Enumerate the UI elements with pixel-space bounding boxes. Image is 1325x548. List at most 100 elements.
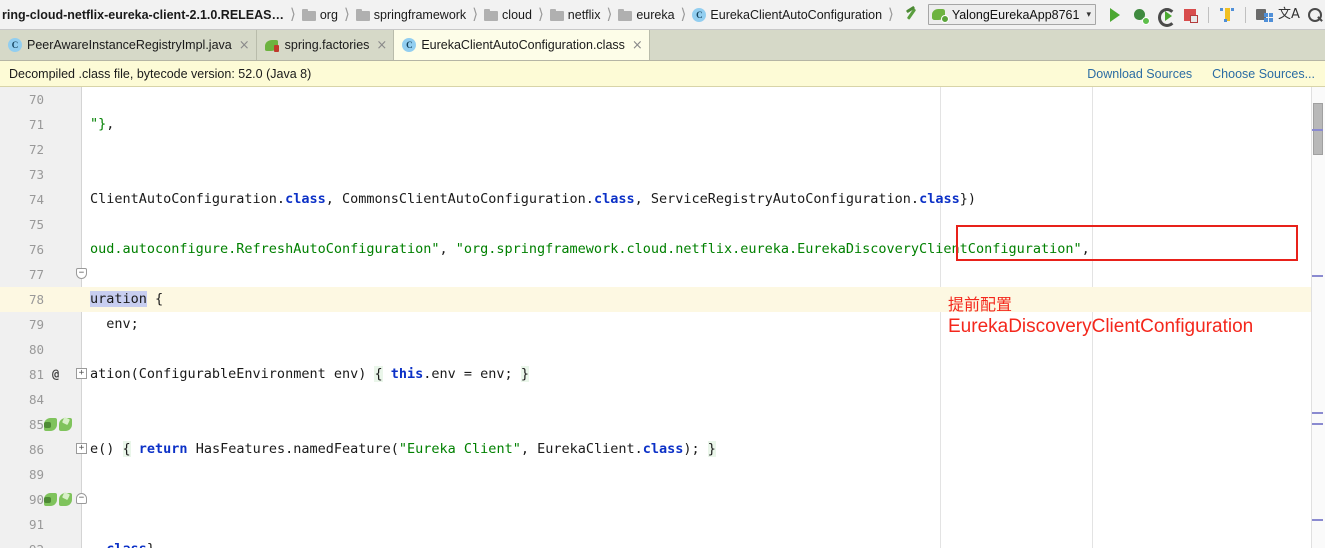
code-text[interactable] xyxy=(90,162,1325,187)
tab-peeraware-instance-registry-impl[interactable]: C PeerAwareInstanceRegistryImpl.java × xyxy=(0,30,257,60)
debug-icon[interactable] xyxy=(1129,4,1151,26)
code-text[interactable] xyxy=(90,412,1325,437)
gutter-marker[interactable] xyxy=(46,187,80,212)
tab-eureka-client-auto-configuration[interactable]: C EurekaClientAutoConfiguration.class × xyxy=(394,30,650,60)
code-text[interactable]: "}, xyxy=(90,112,1325,137)
breadcrumb-item-springframework[interactable]: springframework xyxy=(354,0,468,29)
gutter-marker[interactable] xyxy=(46,312,80,337)
gutter-marker[interactable] xyxy=(46,137,80,162)
gutter-marker[interactable] xyxy=(46,212,80,237)
scrollbar-marker[interactable] xyxy=(1312,412,1323,414)
tab-close-icon[interactable]: × xyxy=(376,39,387,52)
code-line[interactable]: 74 ClientAutoConfiguration.class, Commons… xyxy=(0,187,1325,212)
breadcrumb-item-cloud[interactable]: cloud xyxy=(482,0,534,29)
code-line[interactable]: 77 − xyxy=(0,262,1325,287)
translate-icon[interactable]: 文A xyxy=(1278,4,1300,26)
code-text[interactable] xyxy=(90,462,1325,487)
breadcrumb-item-jar[interactable]: ring-cloud-netflix-eureka-client-2.1.0.R… xyxy=(2,0,286,29)
breadcrumb-item-netflix[interactable]: netflix xyxy=(548,0,603,29)
scrollbar-marker[interactable] xyxy=(1312,275,1323,277)
gutter-marker[interactable] xyxy=(46,112,80,137)
code-text[interactable]: ClientAutoConfiguration.class, CommonsCl… xyxy=(90,187,1325,212)
chevron-down-icon[interactable]: ▾ xyxy=(1086,9,1091,20)
choose-sources-link[interactable]: Choose Sources... xyxy=(1212,67,1315,81)
gutter-marker[interactable] xyxy=(46,337,80,362)
fold-toggle-icon[interactable]: + xyxy=(76,368,87,379)
scrollbar-marker[interactable] xyxy=(1312,423,1323,425)
code-editor[interactable]: 70 71 "}, 72 73 74 ClientAutoConfiguration.cla… xyxy=(0,87,1325,548)
editor-vertical-scrollbar[interactable] xyxy=(1311,87,1325,548)
code-text[interactable] xyxy=(90,137,1325,162)
spring-bean-icon[interactable] xyxy=(44,493,57,506)
code-text[interactable]: ation(ConfigurableEnvironment env) { thi… xyxy=(90,362,1325,387)
tab-spring-factories[interactable]: spring.factories × xyxy=(256,30,395,60)
code-line[interactable]: 72 xyxy=(0,137,1325,162)
spring-bean-navigate-icon[interactable] xyxy=(59,418,72,431)
breadcrumb-item-org[interactable]: org xyxy=(300,0,340,29)
code-line[interactable]: 90 − xyxy=(0,487,1325,512)
code-text[interactable]: class}, xyxy=(90,537,1325,548)
code-text[interactable] xyxy=(90,87,1325,112)
code-line[interactable]: 71 "}, xyxy=(0,112,1325,137)
line-number: 91 xyxy=(28,517,44,532)
code-line[interactable]: 75 xyxy=(0,212,1325,237)
code-line[interactable]: 92 class}, xyxy=(0,537,1325,548)
line-number: 76 xyxy=(28,242,44,257)
fold-toggle-icon[interactable]: + xyxy=(76,443,87,454)
gutter-marker[interactable] xyxy=(44,487,78,512)
run-icon[interactable] xyxy=(1104,4,1126,26)
gutter-marker[interactable] xyxy=(46,537,80,548)
line-number: 78 xyxy=(0,287,44,312)
breadcrumb-separator: ⟩ xyxy=(606,5,613,23)
code-text[interactable] xyxy=(90,212,1325,237)
gutter-marker[interactable] xyxy=(46,87,80,112)
code-line[interactable]: 76 oud.autoconfigure.RefreshAutoConfigura… xyxy=(0,237,1325,262)
scrollbar-marker[interactable] xyxy=(1312,519,1323,521)
code-line[interactable]: 85 xyxy=(0,412,1325,437)
code-line[interactable]: 81 @ + ation(ConfigurableEnvironment env) {… xyxy=(0,362,1325,387)
run-configuration-selector[interactable]: YalongEurekaApp8761 ▾ xyxy=(927,4,1096,25)
spring-bean-navigate-icon[interactable] xyxy=(59,493,72,506)
gutter-marker[interactable] xyxy=(46,437,80,462)
code-text[interactable] xyxy=(90,262,1325,287)
code-line[interactable]: 86 + e() { return HasFeatures.namedFeature… xyxy=(0,437,1325,462)
fold-region-icon[interactable]: − xyxy=(76,493,87,504)
download-sources-link[interactable]: Download Sources xyxy=(1087,67,1192,81)
code-line[interactable]: 70 xyxy=(0,87,1325,112)
gutter-marker[interactable] xyxy=(46,262,80,287)
fold-region-icon[interactable]: − xyxy=(76,268,87,279)
code-line[interactable]: 73 xyxy=(0,162,1325,187)
code-line[interactable]: 89 xyxy=(0,462,1325,487)
gutter-marker[interactable] xyxy=(46,387,80,412)
gutter-marker[interactable] xyxy=(44,412,78,437)
scrollbar-marker[interactable] xyxy=(1312,129,1323,131)
code-text[interactable] xyxy=(90,512,1325,537)
tab-close-icon[interactable]: × xyxy=(632,39,643,52)
gutter-marker[interactable] xyxy=(46,237,80,262)
code-text[interactable]: uration { xyxy=(90,287,1325,312)
code-text[interactable] xyxy=(90,337,1325,362)
project-structure-icon[interactable] xyxy=(1253,4,1275,26)
build-arrow-icon[interactable] xyxy=(904,7,914,23)
gutter-marker[interactable] xyxy=(46,162,80,187)
breadcrumb-item-class[interactable]: C EurekaClientAutoConfiguration xyxy=(690,0,884,29)
code-line[interactable]: 91 xyxy=(0,512,1325,537)
spring-bean-icon[interactable] xyxy=(44,418,57,431)
yellow-bar-icon[interactable] xyxy=(1216,4,1238,26)
breadcrumb-item-eureka[interactable]: eureka xyxy=(616,0,676,29)
tab-close-icon[interactable]: × xyxy=(239,39,250,52)
code-text[interactable] xyxy=(90,387,1325,412)
gutter-marker[interactable] xyxy=(46,287,80,312)
line-number: 75 xyxy=(28,217,44,232)
code-text[interactable] xyxy=(90,487,1325,512)
stop-icon[interactable] xyxy=(1179,4,1201,26)
gutter-marker[interactable] xyxy=(46,512,80,537)
coverage-icon[interactable] xyxy=(1154,4,1176,27)
code-text[interactable]: oud.autoconfigure.RefreshAutoConfigurati… xyxy=(90,237,1325,262)
code-line[interactable]: 78 uration { xyxy=(0,287,1325,312)
gutter-marker[interactable] xyxy=(46,462,80,487)
search-icon[interactable] xyxy=(1303,4,1325,26)
code-text[interactable]: e() { return HasFeatures.namedFeature("E… xyxy=(90,437,1325,462)
code-line[interactable]: 80 xyxy=(0,337,1325,362)
code-line[interactable]: 84 xyxy=(0,387,1325,412)
